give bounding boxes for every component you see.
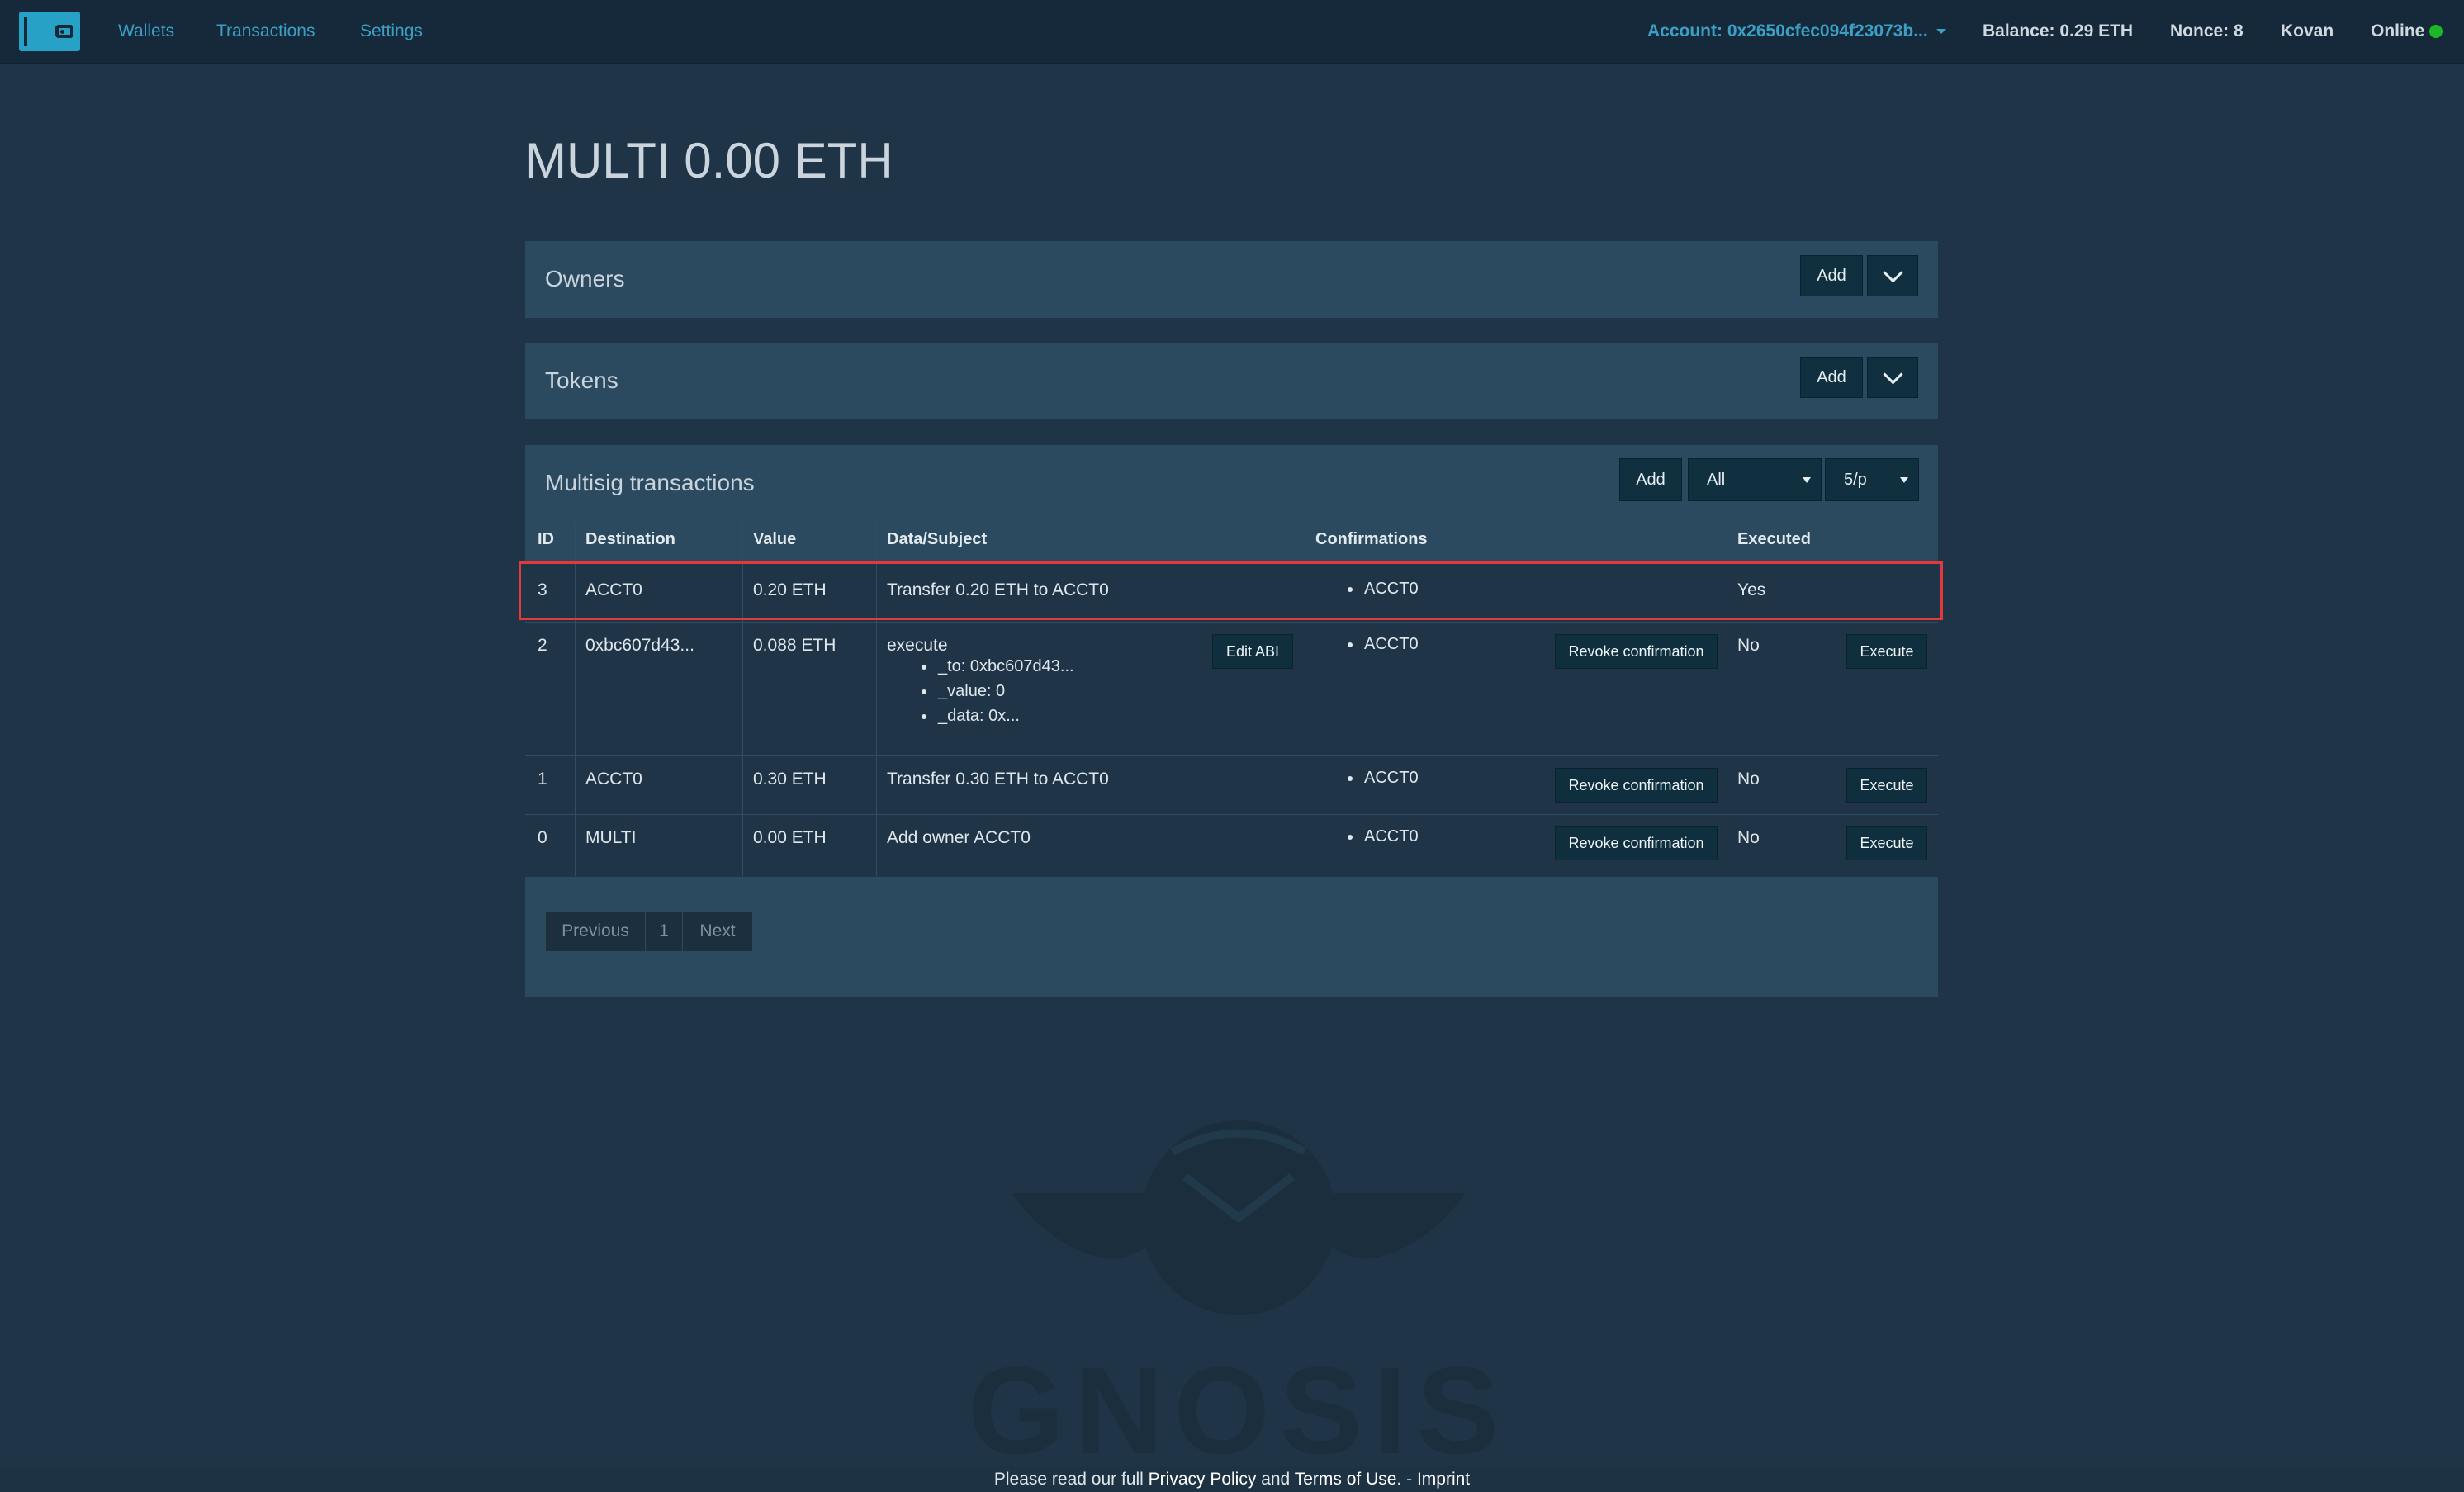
tx-destination: ACCT0 [585, 580, 642, 599]
pagination: Previous 1 Next [545, 911, 753, 954]
revoke-confirmation-button[interactable]: Revoke confirmation [1555, 634, 1718, 669]
filter-select[interactable]: All [1688, 458, 1822, 501]
balance-label: Balance: 0.29 ETH [1983, 21, 2134, 40]
tx-id: 1 [538, 770, 547, 789]
revoke-confirmation-button[interactable]: Revoke confirmation [1555, 768, 1718, 803]
col-value: Value [753, 530, 797, 548]
col-id: ID [538, 530, 554, 548]
column-divider [742, 522, 743, 876]
multisig-title: Multisig transactions [545, 470, 755, 495]
param-item: _to: 0xbc607d43... [922, 654, 1074, 679]
tx-id: 3 [538, 580, 547, 599]
col-data-subject: Data/Subject [887, 530, 988, 548]
nav-wallets-link[interactable]: Wallets [118, 21, 174, 41]
pagination-previous[interactable]: Previous [546, 912, 646, 951]
gnosis-wordmark: GNOSIS [968, 1341, 1509, 1466]
tokens-add-button[interactable]: Add [1800, 357, 1863, 398]
pagination-page[interactable]: 1 [646, 912, 683, 951]
footer: Please read our full Privacy Policy and … [0, 1466, 2464, 1492]
tx-subject: Transfer 0.20 ETH to ACCT0 [887, 580, 1109, 599]
confirmation-item: ACCT0 [1348, 632, 1419, 656]
confirmation-item: ACCT0 [1348, 765, 1419, 790]
caret-down-icon [1936, 29, 1946, 35]
tx-destination: MULTI [585, 828, 637, 847]
gnosis-watermark: GNOSIS [968, 1120, 1509, 1466]
tx-id: 0 [538, 828, 547, 847]
nav-transactions-link[interactable]: Transactions [216, 21, 315, 41]
caret-down-icon [1900, 477, 1908, 483]
tokens-expand-button[interactable] [1867, 357, 1918, 398]
pagination-next[interactable]: Next [683, 912, 752, 951]
execute-button[interactable]: Execute [1846, 634, 1927, 669]
tx-value: 0.20 ETH [753, 580, 827, 599]
footer-and: and [1261, 1470, 1291, 1489]
confirmation-item: ACCT0 [1348, 576, 1419, 601]
footer-prefix: Please read our full [993, 1470, 1144, 1489]
page-size-value: 5/p [1844, 470, 1867, 489]
owners-panel: Owners Add [525, 241, 1938, 318]
tx-destination: 0xbc607d43... [585, 636, 694, 655]
chevron-down-icon [1882, 363, 1903, 385]
online-indicator-icon [2429, 25, 2443, 38]
multisig-add-button[interactable]: Add [1619, 458, 1682, 501]
tx-subject: Transfer 0.30 ETH to ACCT0 [887, 770, 1109, 789]
tx-executed: No [1737, 636, 1760, 655]
wallet-logo-icon[interactable] [19, 12, 80, 51]
page-size-select[interactable]: 5/p [1825, 458, 1919, 501]
confirmations-list: ACCT0 [1348, 824, 1419, 849]
param-item: _data: 0x... [922, 703, 1074, 728]
chevron-down-icon [1882, 262, 1903, 283]
confirmation-item: ACCT0 [1348, 824, 1419, 849]
account-label: Account: 0x2650cfec094f23073b... [1647, 21, 1928, 40]
revoke-confirmation-button[interactable]: Revoke confirmation [1555, 826, 1718, 860]
terms-of-use-link[interactable]: Terms of Use [1295, 1470, 1397, 1489]
page-title: MULTI 0.00 ETH [525, 133, 893, 188]
tx-value: 0.30 ETH [753, 770, 827, 789]
tx-executed: Yes [1737, 580, 1766, 599]
tx-id: 2 [538, 636, 547, 655]
footer-separator: . - [1396, 1470, 1413, 1489]
owners-title: Owners [545, 266, 625, 291]
confirmations-list: ACCT0 [1348, 632, 1419, 656]
imprint-link[interactable]: Imprint [1417, 1470, 1470, 1489]
tokens-panel: Tokens Add [525, 343, 1938, 419]
col-destination: Destination [585, 530, 675, 548]
multisig-panel: Multisig transactions Add All 5/p ID Des… [525, 445, 1938, 997]
privacy-policy-link[interactable]: Privacy Policy [1149, 1470, 1257, 1489]
execute-button[interactable]: Execute [1846, 826, 1927, 860]
nonce-label: Nonce: 8 [2170, 21, 2244, 40]
col-executed: Executed [1737, 530, 1811, 548]
top-navbar: Wallets Transactions Settings Account: 0… [0, 0, 2464, 64]
params-list: _to: 0xbc607d43... _value: 0 _data: 0x..… [922, 654, 1074, 728]
col-confirmations: Confirmations [1315, 530, 1428, 548]
edit-abi-button[interactable]: Edit ABI [1212, 634, 1293, 669]
tx-subject: Add owner ACCT0 [887, 828, 1031, 847]
param-item: _value: 0 [922, 679, 1074, 703]
tx-executed: No [1737, 770, 1760, 789]
filter-value: All [1707, 470, 1726, 489]
execute-button[interactable]: Execute [1846, 768, 1927, 803]
connection-status: Online [2371, 21, 2443, 41]
tx-destination: ACCT0 [585, 770, 642, 789]
tx-value: 0.00 ETH [753, 828, 827, 847]
owners-expand-button[interactable] [1867, 255, 1918, 296]
nav-settings-link[interactable]: Settings [360, 21, 423, 41]
column-divider [575, 522, 576, 876]
confirmations-list: ACCT0 [1348, 765, 1419, 790]
network-label: Kovan [2281, 21, 2334, 40]
status-label: Online [2371, 21, 2425, 40]
column-divider [876, 522, 877, 876]
tokens-title: Tokens [545, 367, 618, 393]
tx-executed: No [1737, 828, 1760, 847]
confirmations-list: ACCT0 [1348, 576, 1419, 601]
account-dropdown[interactable]: Account: 0x2650cfec094f23073b... [1647, 21, 1946, 41]
tx-subject: execute [887, 636, 948, 655]
caret-down-icon [1803, 477, 1811, 483]
owners-add-button[interactable]: Add [1800, 255, 1863, 296]
tx-value: 0.088 ETH [753, 636, 836, 655]
